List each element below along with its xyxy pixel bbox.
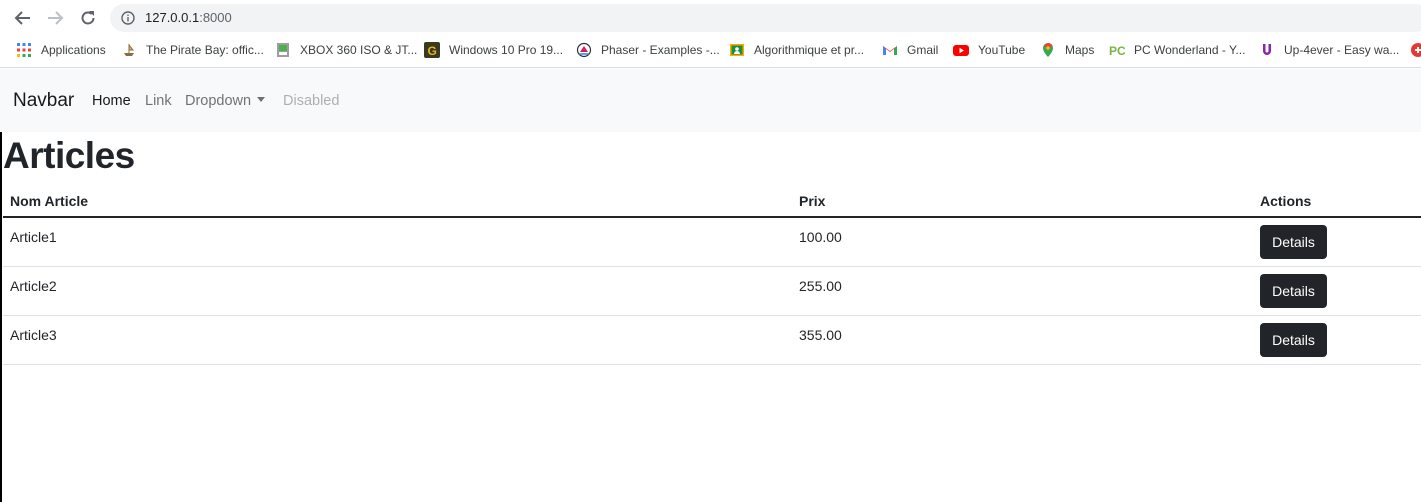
xbox-site-icon bbox=[277, 43, 289, 57]
maps-pin-icon bbox=[1043, 43, 1053, 57]
bookmark-xbox-iso[interactable]: XBOX 360 ISO & JT... bbox=[275, 38, 417, 62]
gmail-icon bbox=[883, 46, 897, 55]
bookmark-label: PC Wonderland - Y... bbox=[1134, 43, 1246, 57]
bookmark-label: The Pirate Bay: offic... bbox=[146, 43, 264, 57]
g-logo-icon: G bbox=[424, 42, 440, 58]
article-name: Article3 bbox=[10, 327, 57, 343]
details-button[interactable]: Details bbox=[1260, 225, 1327, 259]
svg-text:G: G bbox=[428, 44, 437, 58]
bookmark-label: Algorithmique et pr... bbox=[754, 43, 865, 57]
bookmarks-bar: Applications The Pirate Bay: offic... XB… bbox=[0, 38, 1421, 62]
nav-dropdown-label: Dropdown bbox=[185, 93, 252, 109]
url-text: 127.0.0.1:8000 bbox=[145, 10, 232, 25]
navbar-brand[interactable]: Navbar bbox=[13, 90, 74, 112]
bookmark-overflow[interactable] bbox=[1410, 38, 1421, 62]
reload-icon[interactable] bbox=[77, 7, 99, 29]
bookmark-up4ever[interactable]: Up-4ever - Easy wa... bbox=[1259, 38, 1399, 62]
column-header-name: Nom Article bbox=[10, 193, 89, 209]
caret-down-icon bbox=[257, 97, 266, 103]
bookmark-label: XBOX 360 ISO & JT... bbox=[300, 43, 418, 57]
table-row: Article2 255.00 Details bbox=[3, 267, 1421, 316]
bookmark-label: Phaser - Examples -... bbox=[601, 43, 720, 57]
url-host: 127.0.0.1 bbox=[145, 10, 200, 25]
table-row: Article1 100.00 Details bbox=[3, 218, 1421, 267]
viewport-edge bbox=[0, 132, 2, 502]
bookmark-label: Up-4ever - Easy wa... bbox=[1284, 43, 1400, 57]
bookmark-label: Gmail bbox=[907, 43, 939, 57]
bookmark-youtube[interactable]: YouTube bbox=[953, 38, 1025, 62]
forward-arrow-icon[interactable] bbox=[44, 7, 66, 29]
bookmark-pirate-bay[interactable]: The Pirate Bay: offic... bbox=[121, 38, 264, 62]
table-row: Article3 355.00 Details bbox=[3, 316, 1421, 365]
url-port: :8000 bbox=[199, 10, 232, 25]
bookmark-maps[interactable]: Maps bbox=[1040, 38, 1094, 62]
nav-dropdown-toggle[interactable]: Dropdown bbox=[185, 93, 266, 109]
bookmark-label: Windows 10 Pro 19... bbox=[449, 43, 564, 57]
bookmark-label: Maps bbox=[1065, 43, 1095, 57]
article-name: Article2 bbox=[10, 278, 57, 294]
table-header: Nom Article Prix Actions bbox=[3, 184, 1421, 218]
bookmark-gmail[interactable]: Gmail bbox=[882, 38, 938, 62]
bookmark-label: Applications bbox=[41, 43, 106, 57]
details-button[interactable]: Details bbox=[1260, 323, 1327, 357]
svg-text:PC: PC bbox=[1109, 44, 1125, 58]
article-name: Article1 bbox=[10, 229, 57, 245]
column-header-price: Prix bbox=[799, 193, 826, 209]
red-circle-icon bbox=[1411, 43, 1421, 57]
nav-link-disabled: Disabled bbox=[283, 93, 340, 109]
bookmark-applications[interactable]: Applications bbox=[16, 38, 106, 62]
site-navbar: Navbar Home Link Dropdown Disabled bbox=[0, 69, 1421, 132]
address-bar[interactable]: 127.0.0.1:8000 bbox=[110, 4, 1421, 32]
article-price: 100.00 bbox=[799, 229, 842, 245]
column-header-actions: Actions bbox=[1260, 193, 1312, 209]
youtube-icon bbox=[953, 45, 969, 56]
details-button[interactable]: Details bbox=[1260, 274, 1327, 308]
nav-link-home[interactable]: Home bbox=[92, 93, 131, 109]
apps-grid-icon bbox=[17, 43, 31, 57]
back-arrow-icon[interactable] bbox=[12, 7, 34, 29]
nav-link-link[interactable]: Link bbox=[145, 93, 172, 109]
bookmark-algorithmique[interactable]: Algorithmique et pr... bbox=[729, 38, 864, 62]
article-price: 355.00 bbox=[799, 327, 842, 343]
bookmark-windows-10[interactable]: G Windows 10 Pro 19... bbox=[424, 38, 563, 62]
article-price: 255.00 bbox=[799, 278, 842, 294]
pc-wonderland-icon: PC bbox=[1109, 44, 1125, 58]
page-title: Articles bbox=[3, 135, 135, 176]
classroom-icon bbox=[730, 44, 744, 56]
articles-table: Nom Article Prix Actions Article1 100.00… bbox=[3, 184, 1421, 365]
site-info-icon[interactable] bbox=[121, 11, 135, 25]
bookmark-label: YouTube bbox=[978, 43, 1026, 57]
pirate-ship-icon bbox=[124, 43, 135, 56]
phaser-icon bbox=[576, 42, 592, 58]
bookmark-phaser[interactable]: Phaser - Examples -... bbox=[576, 38, 720, 62]
bookmark-pc-wonderland[interactable]: PC PC Wonderland - Y... bbox=[1109, 38, 1245, 62]
browser-chrome: 127.0.0.1:8000 Applications The Pirate B… bbox=[0, 0, 1421, 68]
up4ever-icon bbox=[1263, 44, 1271, 55]
